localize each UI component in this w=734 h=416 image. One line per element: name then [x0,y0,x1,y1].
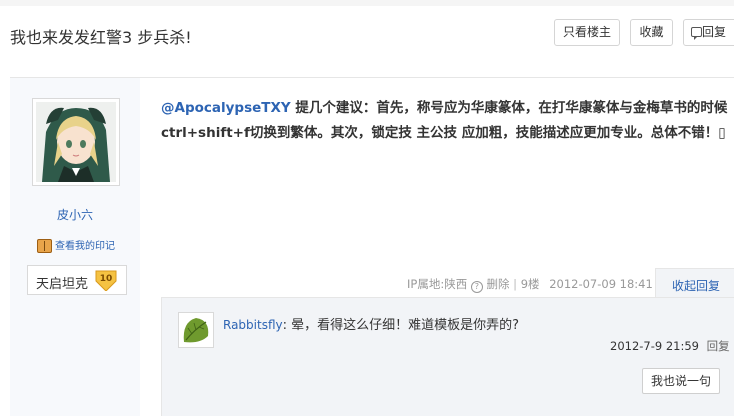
level-badge-icon: 10 [95,270,117,291]
ip-location: IP属地:陕西 [407,277,468,291]
thread-header: 我也来发发红警3 步兵杀! 只看楼主 收藏 回复 [0,6,734,62]
floor-number: 9楼 [520,277,540,291]
speech-bubble-icon [691,27,702,40]
my-mark-label: 查看我的印记 [55,241,115,252]
thread-title: 我也来发发红警3 步兵杀! [10,28,192,47]
mention-link[interactable]: @ApocalypseTXY [161,100,291,116]
sub-reply-reply-link[interactable]: 回复 [707,339,730,353]
level-number: 10 [100,274,113,284]
author-name[interactable]: 皮小六 [10,206,140,223]
avatar[interactable] [32,98,120,186]
reply-button[interactable]: 回复 [683,19,734,46]
favorite-button[interactable]: 收藏 [630,19,673,46]
book-icon [37,239,52,253]
emoticon-placeholder: ▯ [718,125,726,141]
say-something-button[interactable]: 我也说一句 [642,368,720,394]
sub-reply-meta: 2012-7-9 21:59 回复 [610,338,730,354]
rank-badge[interactable]: 天启坦克 10 [27,265,127,295]
collapse-reply-link[interactable]: 收起回复 [672,277,720,294]
sub-reply-avatar[interactable] [178,312,214,348]
sub-reply-time: 2012-7-9 21:59 [610,339,699,353]
sub-reply-line: Rabbitsfly: 晕，看得这么仔细！难道模板是你弄的? [223,314,519,333]
sub-reply-user[interactable]: Rabbitsfly [223,318,283,332]
delete-link[interactable]: 删除 [487,277,510,291]
only-author-button[interactable]: 只看楼主 [554,19,620,46]
my-mark-link[interactable]: 查看我的印记 [37,237,115,253]
tail-separator: | [513,277,518,291]
leaf-avatar-icon [180,314,212,346]
reply-button-label: 回复 [702,25,727,39]
post-content: @ApocalypseTXY 提几个建议：首先，称号应为华康篆体，在打华康篆体与… [161,96,731,146]
question-circle-icon[interactable]: ? [470,281,483,293]
left-gutter [0,78,10,416]
sub-reply-text: : 晕，看得这么仔细！难道模板是你弄的? [282,318,520,333]
author-column: 皮小六 查看我的印记 天启坦克 10 [10,78,140,416]
collapse-tab[interactable]: 收起回复 [655,268,734,298]
post-time: 2012-07-09 18:41 [549,277,653,291]
rank-badge-name: 天启坦克 [36,277,89,292]
post-tail: IP属地:陕西 ? 删除 | 9楼 2012-07-09 18:41 [407,276,653,293]
anime-avatar-icon [36,102,116,182]
sub-reply-panel: Rabbitsfly: 晕，看得这么仔细！难道模板是你弄的? 2012-7-9 … [161,297,734,416]
